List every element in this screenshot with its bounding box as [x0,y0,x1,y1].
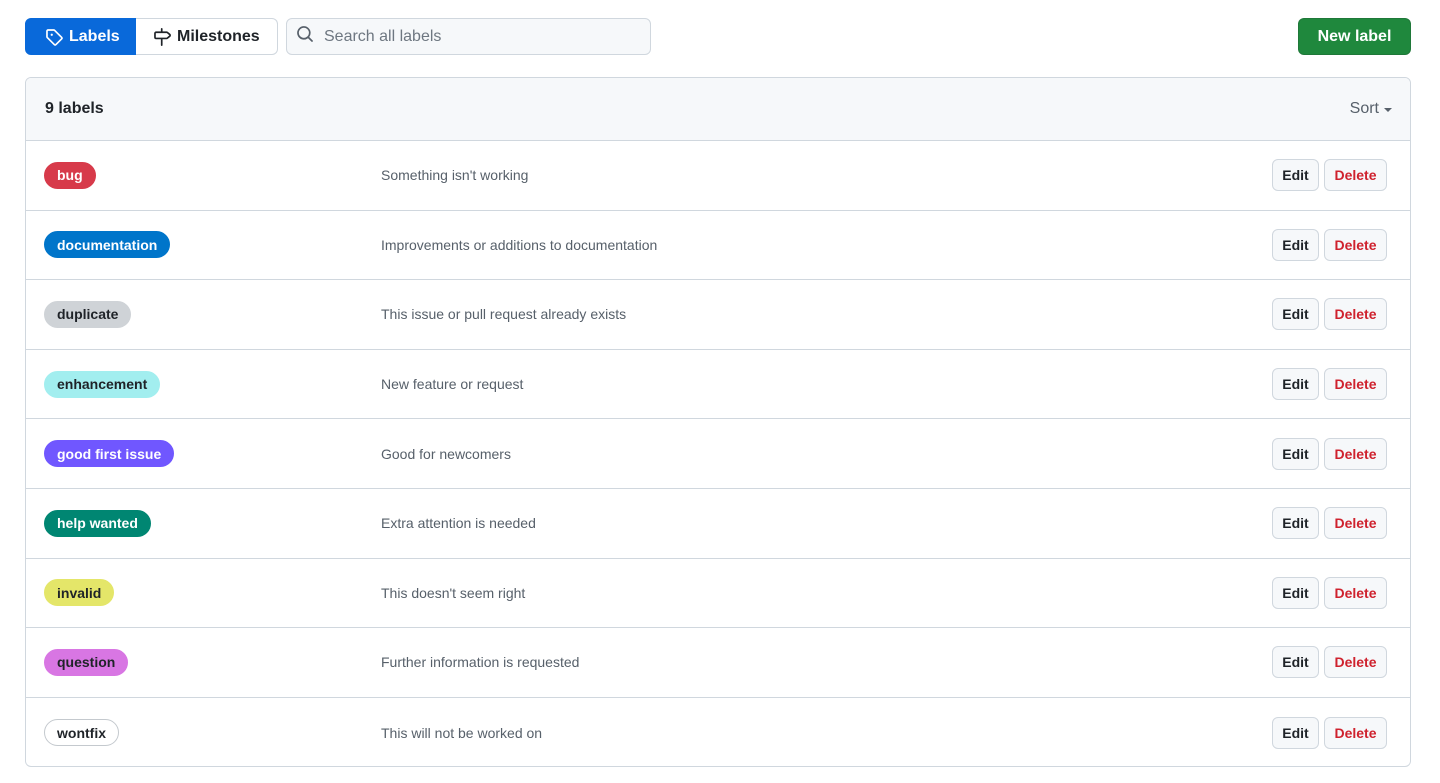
edit-button[interactable]: Edit [1272,437,1319,470]
sort-label: Sort [1349,100,1379,117]
delete-button[interactable]: Delete [1324,437,1387,470]
label-description: Further information is requested [381,654,580,671]
label-row: help wanted Extra attention is needed Edit… [26,489,1410,559]
search-input[interactable] [324,27,624,46]
search-icon [296,25,314,48]
delete-button[interactable]: Delete [1324,228,1387,261]
labels-milestones-switcher: Labels Milestones [25,18,278,55]
label-pill[interactable]: question [44,648,129,676]
label-actions: Edit Delete [1272,716,1387,749]
delete-button[interactable]: Delete [1324,159,1387,192]
label-actions: Edit Delete [1272,437,1387,470]
label-description: This issue or pull request already exist… [381,306,627,323]
label-row: documentation Improvements or additions t… [26,211,1410,281]
milestone-icon [153,27,171,46]
delete-button[interactable]: Delete [1324,716,1387,749]
label-description: This doesn't seem right [381,584,526,601]
label-row: question Further information is requested… [26,628,1410,698]
label-pill[interactable]: duplicate [44,300,132,328]
edit-button[interactable]: Edit [1272,646,1319,679]
label-description: Good for newcomers [381,445,511,462]
delete-button[interactable]: Delete [1324,646,1387,679]
label-row: good first issue Good for newcomers Edit De… [26,419,1410,489]
label-actions: Edit Delete [1272,228,1387,261]
label-description: Improvements or additions to documentati… [381,236,658,253]
labels-toolbar: Labels Milestones New label [25,18,1411,55]
tab-labels-text: Labels [69,27,120,45]
caret-down-icon [1384,108,1392,112]
label-actions: Edit Delete [1272,507,1387,540]
tab-milestones[interactable]: Milestones [136,18,278,55]
delete-button[interactable]: Delete [1324,507,1387,540]
label-pill[interactable]: documentation [44,231,171,259]
edit-button[interactable]: Edit [1272,298,1319,331]
delete-button[interactable]: Delete [1324,368,1387,401]
search-box [286,18,651,55]
delete-button[interactable]: Delete [1324,576,1387,609]
label-pill[interactable]: good first issue [44,440,175,468]
edit-button[interactable]: Edit [1272,576,1319,609]
delete-button[interactable]: Delete [1324,298,1387,331]
label-description: Extra attention is needed [381,515,536,532]
label-actions: Edit Delete [1272,298,1387,331]
sort-dropdown[interactable]: Sort [1350,100,1392,118]
label-row: invalid This doesn't seem right Edit Delete [26,559,1410,629]
label-description: Something isn't working [381,167,529,184]
label-description: This will not be worked on [381,724,543,741]
edit-button[interactable]: Edit [1272,159,1319,192]
tag-icon [45,28,63,46]
label-row: bug Something isn't working Edit Delete [26,141,1410,211]
label-actions: Edit Delete [1272,576,1387,609]
label-description: New feature or request [381,376,524,393]
label-row: wontfix This will not be worked on Edit Del… [26,698,1410,766]
new-label-button[interactable]: New label [1298,18,1411,55]
label-actions: Edit Delete [1272,159,1387,192]
labels-rows: bug Something isn't working Edit Delete docu… [26,141,1410,766]
label-pill[interactable]: enhancement [44,370,161,398]
tab-labels[interactable]: Labels [25,18,136,55]
label-pill[interactable]: bug [44,161,96,189]
label-actions: Edit Delete [1272,368,1387,401]
edit-button[interactable]: Edit [1272,228,1319,261]
labels-count: 9 labels [45,100,104,117]
label-pill[interactable]: wontfix [44,719,119,747]
edit-button[interactable]: Edit [1272,716,1319,749]
label-pill[interactable]: help wanted [44,509,151,537]
edit-button[interactable]: Edit [1272,368,1319,401]
labels-list-header: 9 labels Sort [26,78,1410,141]
label-row: enhancement New feature or request Edit Del… [26,350,1410,420]
label-actions: Edit Delete [1272,646,1387,679]
edit-button[interactable]: Edit [1272,507,1319,540]
label-pill[interactable]: invalid [44,579,115,607]
label-row: duplicate This issue or pull request alre… [26,280,1410,350]
labels-list: 9 labels Sort bug Something isn't working… [25,77,1411,767]
tab-milestones-text: Milestones [177,27,260,45]
